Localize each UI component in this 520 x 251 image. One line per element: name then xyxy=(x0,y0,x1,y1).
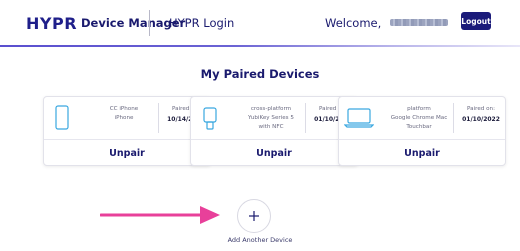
pointer-arrow-icon xyxy=(99,205,222,229)
phone-icon xyxy=(54,105,70,135)
device-name-line: Google Chrome Mac xyxy=(390,115,448,121)
device-name: cross-platform YubiKey Series 5 with NFC xyxy=(237,105,305,132)
device-name-line: cross-platform xyxy=(250,106,292,112)
device-card: CC iPhone iPhone Paired on: 10/14/2021 U… xyxy=(43,96,211,166)
device-name-line: iPhone xyxy=(114,115,134,121)
header-divider xyxy=(149,10,150,36)
device-card-info: platform Google Chrome Mac Touchbar Pair… xyxy=(339,97,505,139)
card-divider xyxy=(158,103,159,133)
redacted-username xyxy=(390,19,448,26)
device-name-line: with NFC xyxy=(258,124,284,130)
card-divider xyxy=(305,103,306,133)
device-card-info: cross-platform YubiKey Series 5 with NFC… xyxy=(191,97,357,139)
device-name-line: YubiKey Series 5 xyxy=(248,115,294,121)
plus-icon xyxy=(249,211,259,221)
device-name: CC iPhone iPhone xyxy=(90,105,158,123)
device-card: cross-platform YubiKey Series 5 with NFC… xyxy=(190,96,358,166)
card-divider xyxy=(453,103,454,133)
logout-button[interactable]: Logout xyxy=(461,12,491,30)
unpair-button[interactable]: Unpair xyxy=(191,140,357,167)
device-card: platform Google Chrome Mac Touchbar Pair… xyxy=(338,96,506,166)
welcome-text: Welcome, xyxy=(325,16,382,30)
page-title: My Paired Devices xyxy=(200,67,320,81)
brand-logo: HYPR xyxy=(26,14,78,33)
device-name-line: CC iPhone xyxy=(109,106,139,112)
device-name-line: platform xyxy=(407,106,431,112)
device-name-line: Touchbar xyxy=(406,124,432,130)
device-name: platform Google Chrome Mac Touchbar xyxy=(385,105,453,132)
unpair-button[interactable]: Unpair xyxy=(44,140,210,167)
paired-label: Paired on: xyxy=(467,106,495,112)
security-key-icon xyxy=(201,105,219,135)
add-device-label[interactable]: Add Another Device xyxy=(0,236,520,244)
unpair-button[interactable]: Unpair xyxy=(339,140,505,167)
add-device-button[interactable] xyxy=(237,199,271,233)
app-header: HYPR Device Manager HYPR Login Welcome, … xyxy=(0,0,520,46)
device-card-info: CC iPhone iPhone Paired on: 10/14/2021 xyxy=(44,97,210,139)
header-underline xyxy=(0,45,520,47)
hypr-login-link[interactable]: HYPR Login xyxy=(169,16,234,30)
laptop-icon xyxy=(343,107,375,133)
paired-date: 01/10/2022 xyxy=(462,116,500,123)
